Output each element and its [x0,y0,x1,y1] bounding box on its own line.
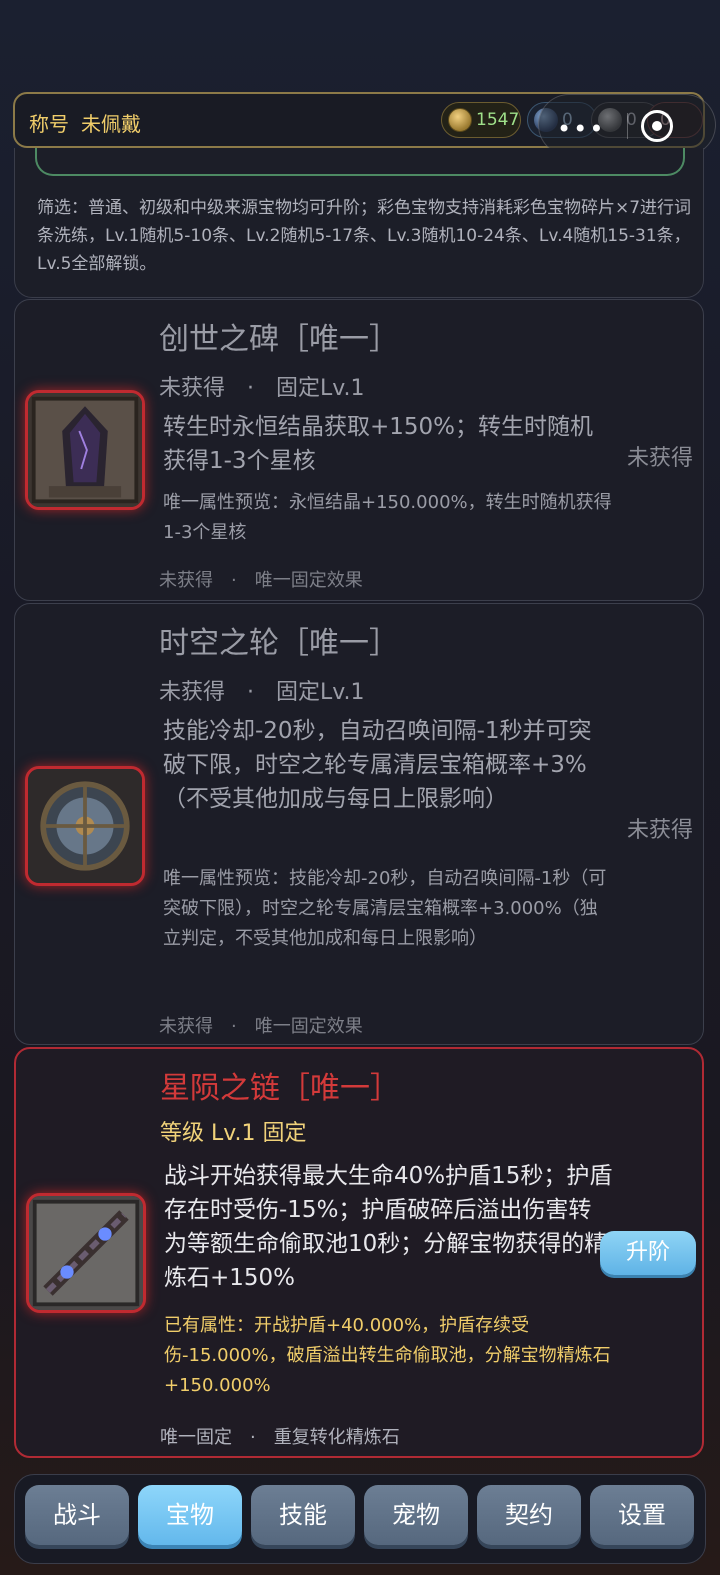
treasure-name: 创世之碑［唯一］ [159,322,399,357]
miniprogram-capsule: ••• [538,94,716,156]
filter-panel: 筛选：普通、初级和中级来源宝物均可升阶；彩色宝物支持消耗彩色宝物碎片×7进行词条… [14,148,704,298]
treasure-meta: 未获得 · 固定Lv.1 [159,376,365,401]
treasure-preview: 唯一属性预览：技能冷却-20秒，自动召唤间隔-1秒（可突破下限），时空之轮专属清… [163,868,607,949]
upgrade-button[interactable]: 升阶 [600,1231,696,1275]
monolith-icon [25,390,145,510]
nav-pets[interactable]: 宠物 [364,1485,468,1545]
capsule-divider [627,113,628,139]
treasure-name: 时空之轮［唯一］ [159,626,399,661]
gold-currency: 1547 [441,102,521,138]
treasure-footer: 唯一固定 · 重复转化精炼石 [160,1427,400,1448]
title-value: 未佩戴 [81,112,141,136]
treasure-effect: 战斗开始获得最大生命40%护盾15秒；护盾存在时受伤-15%；护盾破碎后溢出伤害… [164,1163,613,1291]
nav-battle[interactable]: 战斗 [25,1485,129,1545]
nav-treasure[interactable]: 宝物 [138,1485,242,1545]
filter-bar-edge [35,148,685,176]
treasure-preview: 唯一属性预览：永恒结晶+150.000%，转生时随机获得1-3个星核 [163,492,612,543]
treasure-footer: 未获得 · 唯一固定效果 [159,570,363,591]
gold-coin-icon [448,108,472,132]
gold-amount: 1547 [476,110,520,130]
bottom-nav: 战斗 宝物 技能 宠物 契约 设置 [14,1474,706,1564]
treasure-name: 星陨之链［唯一］ [160,1071,400,1106]
treasure-level: 等级 Lv.1 固定 [160,1121,307,1146]
nav-skills[interactable]: 技能 [251,1485,355,1545]
nav-contracts[interactable]: 契约 [477,1485,581,1545]
treasure-meta: 未获得 · 固定Lv.1 [159,680,365,705]
treasure-card-selected[interactable]: 星陨之链［唯一］ 等级 Lv.1 固定 战斗开始获得最大生命40%护盾15秒；护… [14,1047,704,1458]
wheel-icon [25,766,145,886]
chain-icon [26,1193,146,1313]
treasure-attributes: 已有属性：开战护盾+40.000%，护盾存续受伤-15.000%，破盾溢出转生命… [164,1315,611,1396]
treasure-footer: 未获得 · 唯一固定效果 [159,1016,363,1037]
treasure-status: 未获得 [626,446,693,471]
treasure-effect: 转生时永恒结晶获取+150%；转生时随机获得1-3个星核 [163,414,594,474]
filter-text: 筛选：普通、初级和中级来源宝物均可升阶；彩色宝物支持消耗彩色宝物碎片×7进行词条… [37,198,692,274]
title-label: 称号 [29,112,69,136]
treasure-card[interactable]: 时空之轮［唯一］ 未获得 · 固定Lv.1 技能冷却-20秒，自动召唤间隔-1秒… [14,603,704,1045]
target-close-icon[interactable] [641,110,673,142]
nav-settings[interactable]: 设置 [590,1485,694,1545]
treasure-status: 未获得 [626,818,693,843]
more-dots-icon[interactable]: ••• [557,115,605,143]
treasure-effect: 技能冷却-20秒，自动召唤间隔-1秒并可突破下限，时空之轮专属清层宝箱概率+3%… [163,718,592,812]
treasure-card[interactable]: 创世之碑［唯一］ 未获得 · 固定Lv.1 转生时永恒结晶获取+150%；转生时… [14,299,704,601]
